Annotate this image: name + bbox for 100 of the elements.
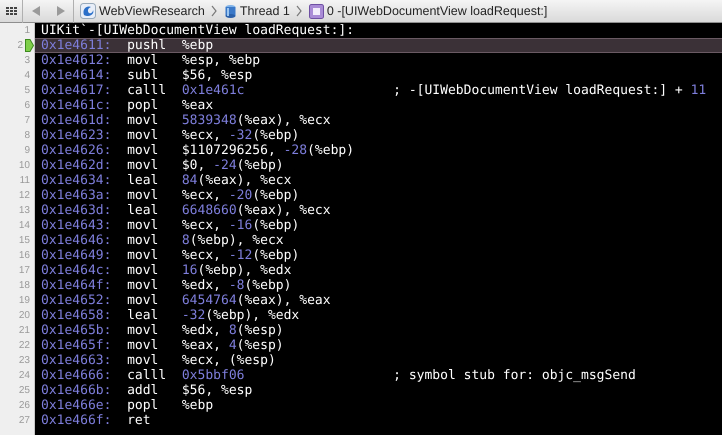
operands: %eax, 4(%esp) [182, 338, 284, 353]
line-number: 26 [18, 400, 30, 411]
address: 0x1e4626: [41, 143, 112, 158]
operands: -32(%ebp), %edx [182, 308, 300, 323]
mnemonic: leal [127, 203, 158, 218]
address: 0x1e4646: [41, 233, 112, 248]
mnemonic: movl [127, 338, 158, 353]
mnemonic: movl [127, 233, 158, 248]
mnemonic: popl [127, 398, 158, 413]
line-number: 13 [18, 205, 30, 216]
address: 0x1e462d: [41, 158, 112, 173]
function-label: UIKit`-[UIWebDocumentView loadRequest:]: [41, 23, 354, 38]
operands: %ecx, -16(%ebp) [182, 218, 300, 233]
line-number: 1 [24, 25, 30, 36]
address: 0x1e4611: [41, 38, 112, 53]
address: 0x1e464c: [41, 263, 112, 278]
address: 0x1e4649: [41, 248, 112, 263]
operands: %ebp [182, 38, 214, 53]
operands: %ecx, -12(%ebp) [182, 248, 300, 263]
operands: %edx, 8(%esp) [182, 323, 284, 338]
swirl-app-icon [80, 3, 96, 19]
line-number: 9 [24, 145, 30, 156]
address: 0x1e4658: [41, 308, 112, 323]
stack-frame-icon [308, 4, 324, 18]
line-number: 23 [18, 355, 30, 366]
line-number: 18 [18, 280, 30, 291]
line-number: 14 [18, 220, 30, 231]
operands: %edx, -8(%ebp) [182, 278, 292, 293]
operands: $56, %esp [182, 383, 252, 398]
mnemonic: movl [127, 158, 158, 173]
operands: $56, %esp [182, 68, 252, 83]
operands: %ecx, -20(%ebp) [182, 188, 300, 203]
address: 0x1e461d: [41, 113, 112, 128]
operands: $0, -24(%ebp) [182, 158, 284, 173]
line-number: 4 [24, 70, 30, 81]
line-number: 25 [18, 385, 30, 396]
mnemonic: movl [127, 323, 158, 338]
address: 0x1e466e: [41, 398, 112, 413]
line-number: 15 [18, 235, 30, 246]
breadcrumb[interactable]: 0 -[UIWebDocumentView loadRequest:] [306, 0, 550, 22]
mnemonic: movl [127, 248, 158, 263]
operands: 0x1e461c [182, 83, 244, 98]
address: 0x1e466f: [41, 413, 112, 428]
line-number: 5 [24, 85, 30, 96]
mnemonic: leal [127, 173, 158, 188]
operands: 5839348(%eax), %ecx [182, 113, 331, 128]
line-number: 20 [18, 310, 30, 321]
address: 0x1e4617: [41, 83, 112, 98]
operands: 84(%eax), %ecx [182, 173, 292, 188]
line-number: 24 [18, 370, 30, 381]
mnemonic: movl [127, 113, 158, 128]
operands: %ebp [182, 398, 214, 413]
mnemonic: ret [127, 413, 151, 428]
comment: ; symbol stub for: objc_msgSend [393, 368, 636, 383]
line-number: 7 [24, 115, 30, 126]
line-number: 17 [18, 265, 30, 276]
left-triangle-icon [32, 6, 40, 16]
right-triangle-icon [56, 6, 64, 16]
mnemonic: addl [127, 383, 158, 398]
address: 0x1e4614: [41, 68, 112, 83]
mnemonic: leal [127, 308, 158, 323]
mnemonic: movl [127, 128, 158, 143]
line-number: 8 [24, 130, 30, 141]
mnemonic: calll [127, 83, 166, 98]
line-number: 12 [18, 190, 30, 201]
operands: %ecx, (%esp) [182, 353, 276, 368]
chevron-icon [210, 5, 218, 17]
breadcrumb[interactable]: Thread 1 [222, 0, 292, 22]
operands: 16(%ebp), %edx [182, 263, 292, 278]
line-number: 22 [18, 340, 30, 351]
address: 0x1e465b: [41, 323, 112, 338]
address: 0x1e4634: [41, 173, 112, 188]
line-number: 10 [18, 160, 30, 171]
operands: $1107296256, -28(%ebp) [182, 143, 354, 158]
address: 0x1e465f: [41, 338, 112, 353]
operands: %esp, %ebp [182, 53, 260, 68]
line-number: 19 [18, 295, 30, 306]
mnemonic: movl [127, 278, 158, 293]
address: 0x1e4623: [41, 128, 112, 143]
address: 0x1e4643: [41, 218, 112, 233]
breadcrumb[interactable]: WebViewResearch [78, 0, 207, 22]
line-number: 11 [20, 175, 30, 186]
line-number: 3 [24, 55, 30, 66]
operands: 0x5bbf06 [182, 368, 244, 383]
mnemonic: movl [127, 353, 158, 368]
mnemonic: movl [127, 188, 158, 203]
mnemonic: movl [127, 143, 158, 158]
line-number: 21 [18, 325, 30, 336]
address: 0x1e463a: [41, 188, 112, 203]
mnemonic: movl [127, 218, 158, 233]
spool-icon [224, 4, 237, 18]
mnemonic: popl [127, 98, 158, 113]
mnemonic: movl [127, 263, 158, 278]
line-number: 6 [24, 100, 30, 111]
address: 0x1e466b: [41, 383, 112, 398]
mnemonic: subl [127, 68, 158, 83]
comment: ; -[UIWebDocumentView loadRequest:] + 11 [393, 83, 706, 98]
chevron-icon [296, 5, 303, 17]
address: 0x1e464f: [41, 278, 112, 293]
mnemonic: movl [127, 293, 158, 308]
